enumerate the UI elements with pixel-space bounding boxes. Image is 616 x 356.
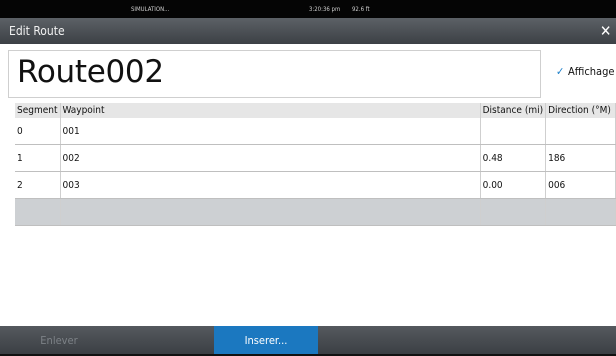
insert-button[interactable]: Inserer... xyxy=(214,326,318,354)
route-name-field[interactable]: Route002 xyxy=(8,50,541,98)
checkmark-icon: ✓ xyxy=(556,65,565,78)
window-title: Edit Route xyxy=(9,24,65,38)
table-header-row: Segment Waypoint Distance (mi) Direction… xyxy=(15,103,616,118)
route-name-value: Route002 xyxy=(17,54,164,90)
column-header-distance[interactable]: Distance (mi) xyxy=(480,103,547,118)
distance-cell xyxy=(480,198,547,226)
distance-cell xyxy=(480,118,547,145)
waypoint-cell: 002 xyxy=(60,144,481,172)
waypoint-cell: 001 xyxy=(60,118,481,145)
direction-cell xyxy=(545,198,616,226)
segment-cell: 2 xyxy=(15,171,61,199)
distance-cell: 0.00 xyxy=(480,171,547,199)
direction-cell: 186 xyxy=(545,144,616,172)
remove-button[interactable]: Enlever xyxy=(0,326,118,354)
status-bar: SIMULATION... 3:20:36 pm 92.6 ft xyxy=(0,0,616,18)
column-header-waypoint[interactable]: Waypoint xyxy=(60,103,481,118)
display-checkbox[interactable]: ✓ Affichage xyxy=(556,65,615,78)
table-row[interactable]: 2 003 0.00 006 xyxy=(15,171,616,199)
segment-cell: 1 xyxy=(15,144,61,172)
edit-route-panel: Route002 ✓ Affichage Segment Waypoint Dis… xyxy=(0,44,616,326)
distance-cell: 0.48 xyxy=(480,144,547,172)
bottom-toolbar: Enlever Inserer... xyxy=(0,326,616,354)
clock-readout: 3:20:36 pm xyxy=(309,6,341,13)
segment-cell: 0 xyxy=(15,118,61,145)
waypoint-cell: 003 xyxy=(60,171,481,199)
table-row[interactable]: 0 001 xyxy=(15,118,616,145)
waypoint-cell xyxy=(60,198,481,226)
column-header-segment[interactable]: Segment xyxy=(15,103,61,118)
display-checkbox-label: Affichage xyxy=(568,65,615,78)
column-header-direction[interactable]: Direction (°M) xyxy=(545,103,616,118)
direction-cell xyxy=(545,118,616,145)
simulation-status: SIMULATION... xyxy=(131,6,170,13)
route-table: Segment Waypoint Distance (mi) Direction… xyxy=(15,103,616,226)
table-row[interactable]: 1 002 0.48 186 xyxy=(15,144,616,172)
segment-cell xyxy=(15,198,61,226)
direction-cell: 006 xyxy=(545,171,616,199)
selected-table-row[interactable] xyxy=(15,198,616,226)
close-icon[interactable]: ✕ xyxy=(600,22,611,40)
depth-readout: 92.6 ft xyxy=(352,6,370,13)
title-bar: Edit Route ✕ xyxy=(0,18,616,44)
